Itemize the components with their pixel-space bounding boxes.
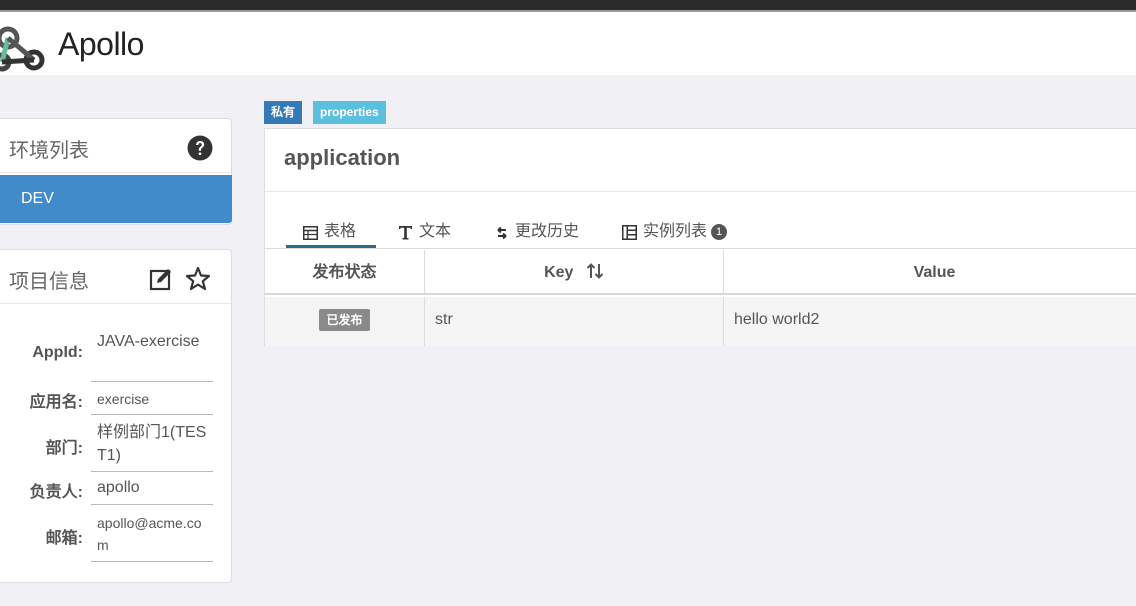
env-list-title: 环境列表 bbox=[9, 140, 89, 162]
tab-label: 更改历史 bbox=[515, 223, 580, 240]
tab-label: 文本 bbox=[419, 223, 452, 240]
info-label: 部门: bbox=[45, 440, 83, 457]
tab-history[interactable]: 更改历史 bbox=[495, 217, 579, 249]
env-item-dev[interactable]: DEV bbox=[0, 175, 232, 223]
text-icon bbox=[399, 226, 412, 240]
column-header-value: Value bbox=[724, 250, 1136, 295]
project-info-panel: 项目信息 AppId: JAVA-exercise 应用名: exercise … bbox=[0, 249, 232, 583]
tab-text[interactable]: 文本 bbox=[398, 217, 451, 249]
info-label: 邮箱: bbox=[45, 530, 83, 547]
table-cell-status: 已发布 bbox=[265, 297, 425, 346]
info-value: 样例部门1(TEST1) bbox=[91, 421, 213, 472]
info-value: apollo@acme.com bbox=[91, 512, 213, 562]
tabs-divider bbox=[265, 248, 1136, 249]
project-info-header: 项目信息 bbox=[0, 250, 231, 304]
project-info-title: 项目信息 bbox=[9, 271, 89, 293]
namespace-title: application bbox=[284, 145, 401, 170]
namespace-panel: application 表格 文本 更改历史 实例列表 1 发布状态 Key V… bbox=[264, 128, 1136, 346]
info-value: apollo bbox=[91, 477, 213, 505]
env-list-header: 环境列表 bbox=[0, 119, 231, 173]
apollo-logo-icon[interactable] bbox=[0, 16, 50, 72]
tab-instances[interactable]: 实例列表 1 bbox=[622, 217, 728, 249]
sort-icon[interactable] bbox=[586, 263, 604, 279]
instances-icon bbox=[622, 225, 637, 240]
table-cell-value[interactable]: hello world2 bbox=[724, 297, 1136, 346]
help-icon[interactable] bbox=[187, 135, 213, 161]
history-icon bbox=[497, 226, 507, 240]
column-header-key[interactable]: Key bbox=[425, 250, 724, 295]
table-cell-key[interactable]: str bbox=[425, 297, 724, 346]
env-list-panel: 环境列表 DEV bbox=[0, 118, 232, 225]
status-badge: 已发布 bbox=[319, 308, 370, 331]
window-top-strip bbox=[0, 0, 1136, 12]
table-icon bbox=[303, 226, 318, 240]
edit-icon[interactable] bbox=[149, 267, 173, 291]
format-badge: properties bbox=[313, 101, 386, 124]
tab-label: 表格 bbox=[324, 223, 357, 240]
divider bbox=[265, 191, 1136, 192]
info-value: exercise bbox=[91, 388, 213, 415]
instance-count-badge: 1 bbox=[711, 224, 728, 240]
info-value: JAVA-exercise bbox=[91, 330, 213, 382]
top-navbar: Apollo bbox=[0, 12, 1136, 75]
column-header-status: 发布状态 bbox=[265, 250, 425, 295]
env-item-label: DEV bbox=[21, 190, 54, 207]
info-label: 负责人: bbox=[29, 484, 83, 501]
favorite-star-icon[interactable] bbox=[185, 266, 211, 292]
scope-badge: 私有 bbox=[264, 101, 303, 124]
info-label: 应用名: bbox=[29, 394, 83, 411]
info-label: AppId: bbox=[32, 344, 83, 361]
brand-name[interactable]: Apollo bbox=[58, 26, 144, 63]
tab-label: 实例列表 bbox=[643, 223, 708, 240]
key-header-label: Key bbox=[544, 264, 574, 281]
